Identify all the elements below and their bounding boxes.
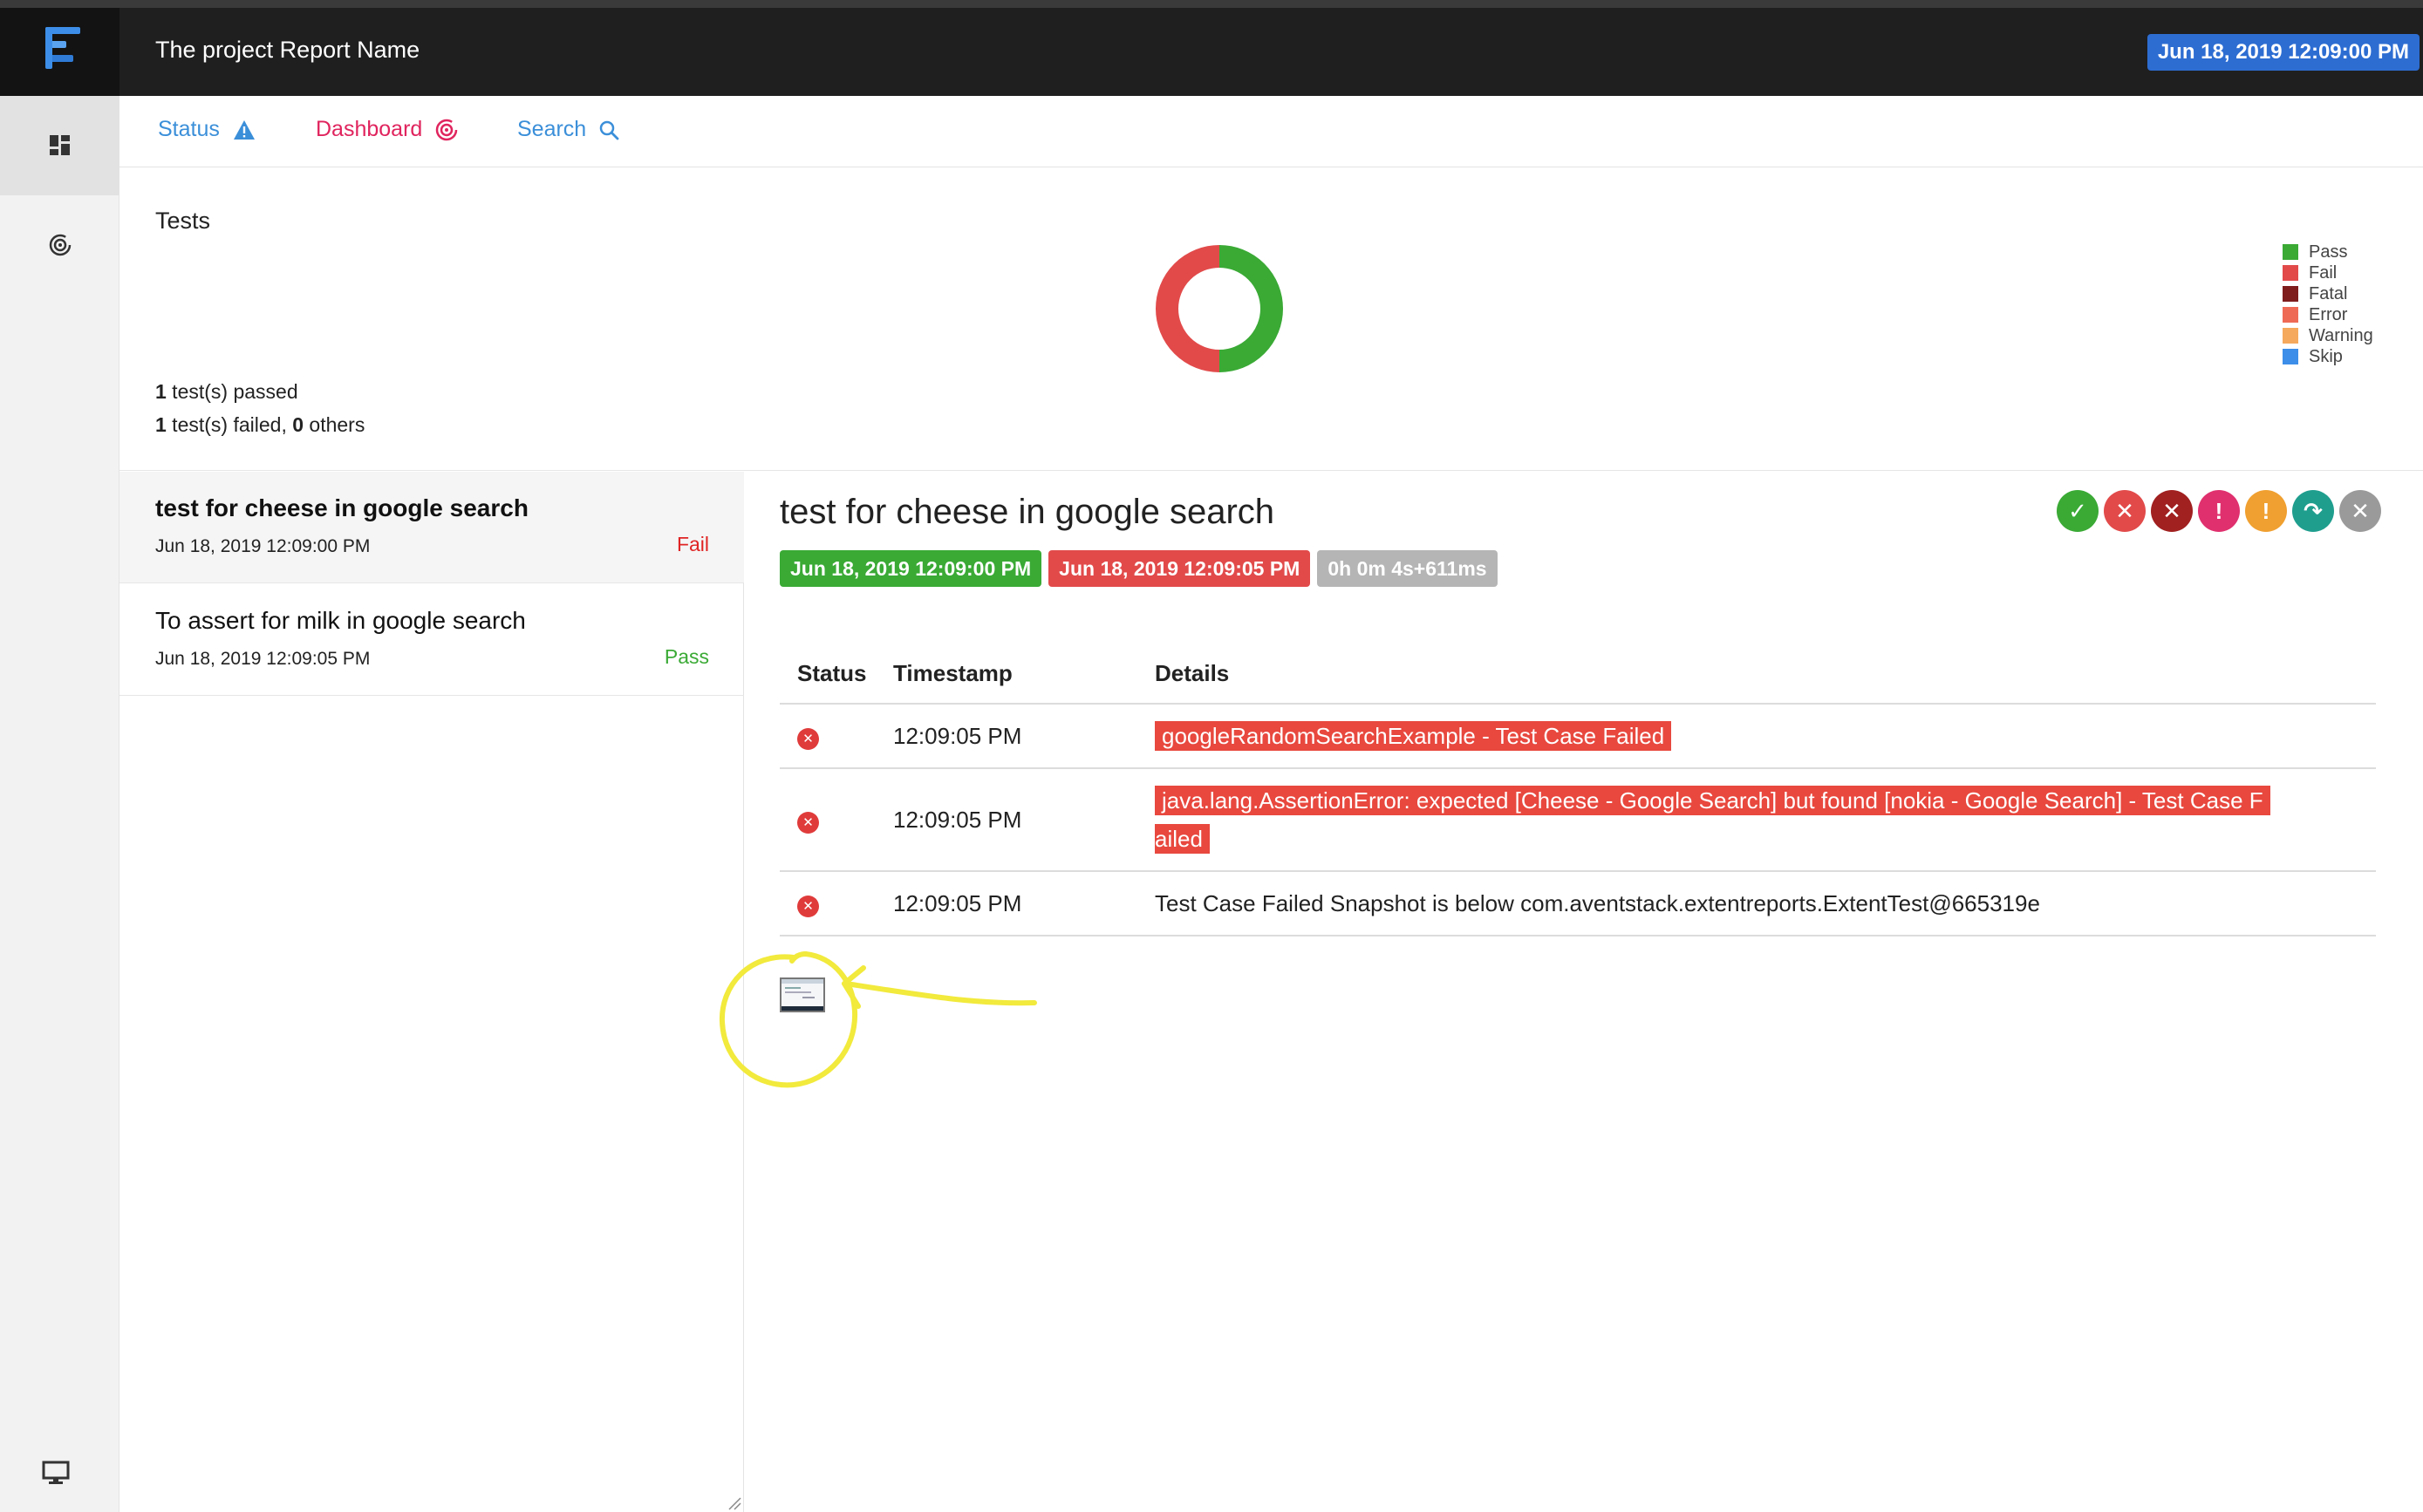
resize-handle[interactable] bbox=[726, 1495, 741, 1510]
log-row: ✕ 12:09:05 PM Test Case Failed Snapshot … bbox=[780, 871, 2376, 936]
report-date-badge: Jun 18, 2019 12:09:00 PM bbox=[2147, 34, 2420, 71]
tab-status[interactable]: Status bbox=[158, 117, 256, 142]
skip-filter-icon[interactable]: ↷ bbox=[2292, 490, 2334, 532]
log-row: ✕ 12:09:05 PM java.lang.AssertionError: … bbox=[780, 768, 2376, 872]
legend-item: Warning bbox=[2283, 325, 2373, 346]
test-list: test for cheese in google search Jun 18,… bbox=[119, 472, 744, 1512]
test-time: Jun 18, 2019 12:09:05 PM bbox=[155, 649, 371, 669]
annotation-highlight bbox=[719, 950, 1037, 1088]
legend-swatch bbox=[2283, 328, 2298, 344]
warning-filter-icon[interactable]: ! bbox=[2245, 490, 2287, 532]
chart-legend: Pass Fail Fatal Error Warning Skip bbox=[2283, 242, 2373, 367]
passed-summary: 1 test(s) passed bbox=[155, 380, 298, 403]
tests-donut-chart bbox=[1156, 245, 1283, 372]
donut-slice-fail bbox=[1156, 245, 1220, 372]
start-time-badge: Jun 18, 2019 12:09:00 PM bbox=[780, 550, 1042, 587]
legend-swatch bbox=[2283, 349, 2298, 364]
column-header-details: Details bbox=[1155, 644, 2376, 705]
pass-filter-icon[interactable]: ✓ bbox=[2057, 490, 2099, 532]
test-list-item[interactable]: test for cheese in google search Jun 18,… bbox=[119, 472, 744, 583]
report-page: The project Report Name Jun 18, 2019 12:… bbox=[0, 0, 2423, 1512]
time-badges: Jun 18, 2019 12:09:00 PM Jun 18, 2019 12… bbox=[780, 550, 1498, 587]
test-time: Jun 18, 2019 12:09:00 PM bbox=[155, 536, 371, 556]
nav-bar: Status Dashboard Search bbox=[119, 96, 2423, 167]
test-list-item[interactable]: To assert for milk in google search Jun … bbox=[119, 584, 744, 696]
log-timestamp: 12:09:05 PM bbox=[893, 768, 1155, 872]
log-timestamp: 12:09:05 PM bbox=[893, 704, 1155, 769]
log-table-header: Status Timestamp Details bbox=[780, 644, 2376, 705]
log-details: Test Case Failed Snapshot is below com.a… bbox=[1155, 871, 2376, 936]
legend-item: Fail bbox=[2283, 262, 2373, 283]
fail-status-icon: ✕ bbox=[797, 811, 819, 834]
tab-label: Search bbox=[517, 117, 587, 141]
log-row: ✕ 12:09:05 PM googleRandomSearchExample … bbox=[780, 704, 2376, 769]
logo[interactable] bbox=[0, 8, 119, 96]
fail-status-icon: ✕ bbox=[797, 727, 819, 750]
column-header-status: Status bbox=[780, 644, 893, 705]
tests-overview: Tests 1 test(s) passed 1 test(s) failed,… bbox=[119, 168, 2423, 471]
test-name: test for cheese in google search bbox=[155, 494, 529, 521]
detail-title: test for cheese in google search bbox=[780, 493, 1275, 531]
logo-icon bbox=[45, 27, 80, 76]
log-details-continued: ailed bbox=[1155, 824, 1210, 854]
column-header-timestamp: Timestamp bbox=[893, 644, 1155, 705]
fatal-filter-icon[interactable]: ✕ bbox=[2151, 490, 2193, 532]
log-details: googleRandomSearchExample - Test Case Fa… bbox=[1155, 721, 1672, 751]
failed-summary: 1 test(s) failed, 0 others bbox=[155, 413, 365, 436]
end-time-badge: Jun 18, 2019 12:09:05 PM bbox=[1048, 550, 1311, 587]
top-strip bbox=[0, 0, 2423, 8]
tab-label: Status bbox=[158, 117, 220, 141]
test-status: Fail bbox=[676, 533, 709, 555]
tests-summary: 1 test(s) passed 1 test(s) failed, 0 oth… bbox=[155, 375, 365, 441]
legend-item: Error bbox=[2283, 304, 2373, 325]
tests-heading: Tests bbox=[155, 208, 211, 234]
target-icon bbox=[436, 119, 458, 140]
rail-item-dashboard[interactable] bbox=[0, 96, 119, 195]
legend-item: Skip bbox=[2283, 346, 2373, 367]
left-rail bbox=[0, 96, 119, 1512]
clear-filter-icon[interactable]: ✕ bbox=[2339, 490, 2381, 532]
log-timestamp: 12:09:05 PM bbox=[893, 871, 1155, 936]
log-details: java.lang.AssertionError: expected [Chee… bbox=[1155, 786, 2270, 815]
test-status: Pass bbox=[664, 645, 709, 668]
header-bar: The project Report Name Jun 18, 2019 12:… bbox=[0, 8, 2423, 96]
legend-swatch bbox=[2283, 286, 2298, 302]
error-filter-icon[interactable]: ! bbox=[2198, 490, 2240, 532]
dashboard-grid-icon bbox=[49, 135, 70, 155]
target-icon bbox=[49, 234, 71, 256]
legend-swatch bbox=[2283, 244, 2298, 260]
donut-slice-pass bbox=[1218, 245, 1283, 372]
tab-label: Dashboard bbox=[316, 117, 423, 141]
test-name: To assert for milk in google search bbox=[155, 607, 526, 634]
legend-item: Pass bbox=[2283, 242, 2373, 262]
fail-status-icon: ✕ bbox=[797, 895, 819, 917]
duration-badge: 0h 0m 4s+611ms bbox=[1317, 550, 1498, 587]
rail-item-target[interactable] bbox=[0, 195, 119, 295]
warning-icon bbox=[233, 119, 255, 140]
log-table: Status Timestamp Details ✕ 12:09:05 PM g… bbox=[780, 644, 2376, 936]
tab-dashboard[interactable]: Dashboard bbox=[316, 117, 459, 142]
report-title: The project Report Name bbox=[155, 37, 420, 63]
monitor-icon[interactable] bbox=[42, 1461, 70, 1485]
legend-swatch bbox=[2283, 265, 2298, 281]
tab-search[interactable]: Search bbox=[517, 117, 619, 142]
search-icon bbox=[599, 120, 619, 140]
legend-item: Fatal bbox=[2283, 283, 2373, 304]
status-filters: ✓ ✕ ✕!! ↷ ✕ bbox=[2057, 490, 2381, 532]
fail-filter-icon[interactable]: ✕ bbox=[2104, 490, 2146, 532]
legend-swatch bbox=[2283, 307, 2298, 323]
